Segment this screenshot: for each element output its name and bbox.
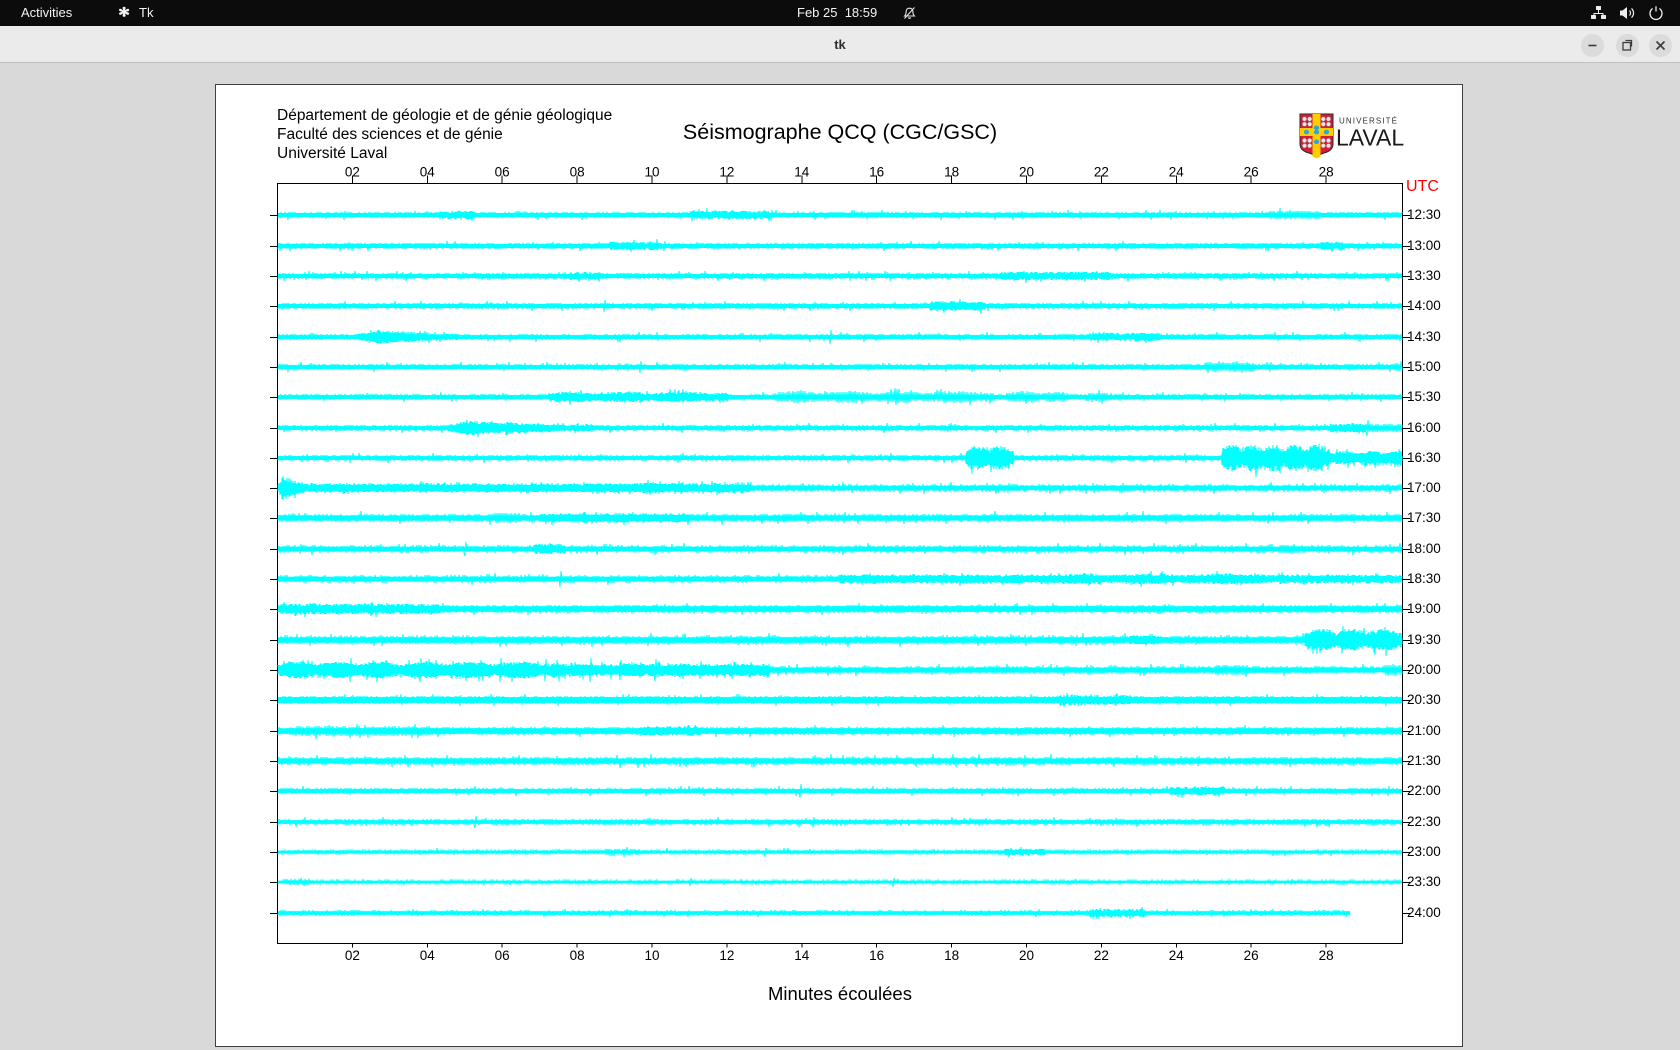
svg-text:26: 26 bbox=[1244, 165, 1259, 180]
svg-text:21:30: 21:30 bbox=[1407, 753, 1441, 768]
svg-text:17:00: 17:00 bbox=[1407, 480, 1441, 495]
svg-text:24: 24 bbox=[1169, 948, 1185, 963]
svg-text:26: 26 bbox=[1244, 948, 1259, 963]
svg-text:20:00: 20:00 bbox=[1407, 662, 1441, 677]
svg-text:12: 12 bbox=[719, 165, 734, 180]
svg-text:04: 04 bbox=[420, 948, 436, 963]
svg-text:16: 16 bbox=[869, 948, 884, 963]
svg-text:12: 12 bbox=[719, 948, 734, 963]
svg-text:22:00: 22:00 bbox=[1407, 783, 1441, 798]
svg-text:18: 18 bbox=[944, 948, 959, 963]
svg-text:14: 14 bbox=[794, 165, 810, 180]
svg-text:06: 06 bbox=[495, 948, 510, 963]
svg-text:24: 24 bbox=[1169, 165, 1185, 180]
svg-text:20: 20 bbox=[1019, 165, 1034, 180]
svg-text:14:30: 14:30 bbox=[1407, 329, 1441, 344]
svg-text:12:30: 12:30 bbox=[1407, 207, 1441, 222]
svg-text:UTC: UTC bbox=[1406, 178, 1439, 195]
svg-text:28: 28 bbox=[1319, 165, 1334, 180]
svg-text:19:00: 19:00 bbox=[1407, 601, 1441, 616]
svg-text:19:30: 19:30 bbox=[1407, 632, 1441, 647]
svg-text:15:00: 15:00 bbox=[1407, 359, 1441, 374]
svg-text:23:00: 23:00 bbox=[1407, 844, 1441, 859]
svg-text:17:30: 17:30 bbox=[1407, 510, 1441, 525]
svg-text:20:30: 20:30 bbox=[1407, 692, 1441, 707]
svg-text:10: 10 bbox=[644, 165, 659, 180]
svg-text:16: 16 bbox=[869, 165, 884, 180]
svg-text:13:30: 13:30 bbox=[1407, 268, 1441, 283]
svg-text:02: 02 bbox=[345, 948, 360, 963]
svg-text:06: 06 bbox=[495, 165, 510, 180]
svg-text:22:30: 22:30 bbox=[1407, 814, 1441, 829]
svg-text:15:30: 15:30 bbox=[1407, 389, 1441, 404]
svg-text:21:00: 21:00 bbox=[1407, 723, 1441, 738]
svg-text:28: 28 bbox=[1319, 948, 1334, 963]
svg-text:14: 14 bbox=[794, 948, 810, 963]
svg-text:23:30: 23:30 bbox=[1407, 874, 1441, 889]
svg-text:22: 22 bbox=[1094, 948, 1109, 963]
svg-text:18:00: 18:00 bbox=[1407, 541, 1441, 556]
svg-text:04: 04 bbox=[420, 165, 436, 180]
svg-text:24:00: 24:00 bbox=[1407, 905, 1441, 920]
svg-text:08: 08 bbox=[570, 948, 585, 963]
svg-text:16:00: 16:00 bbox=[1407, 420, 1441, 435]
svg-text:10: 10 bbox=[644, 948, 659, 963]
svg-text:02: 02 bbox=[345, 165, 360, 180]
svg-text:22: 22 bbox=[1094, 165, 1109, 180]
svg-text:20: 20 bbox=[1019, 948, 1034, 963]
svg-text:13:00: 13:00 bbox=[1407, 238, 1441, 253]
svg-text:14:00: 14:00 bbox=[1407, 298, 1441, 313]
svg-text:08: 08 bbox=[570, 165, 585, 180]
svg-text:18:30: 18:30 bbox=[1407, 571, 1441, 586]
svg-text:18: 18 bbox=[944, 165, 959, 180]
svg-text:16:30: 16:30 bbox=[1407, 450, 1441, 465]
